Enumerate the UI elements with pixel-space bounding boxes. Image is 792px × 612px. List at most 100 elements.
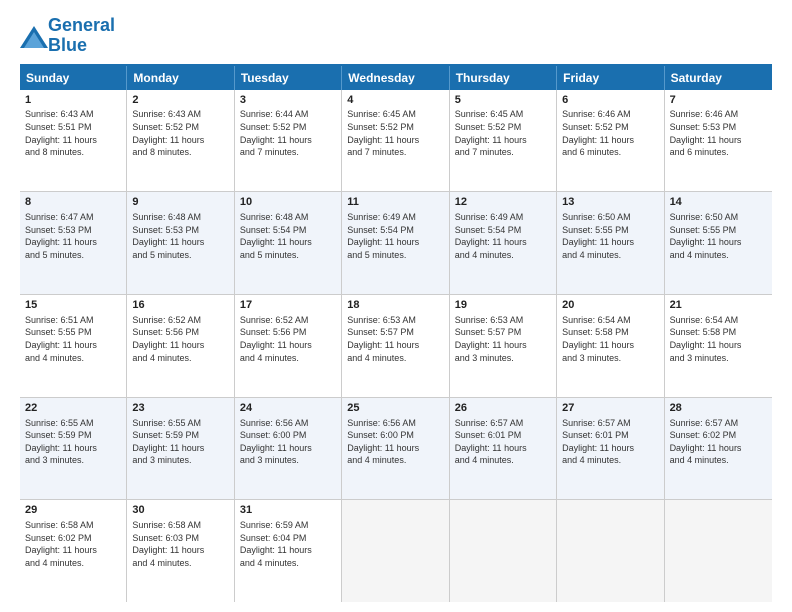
calendar-cell-4: 4Sunrise: 6:45 AMSunset: 5:52 PMDaylight… (342, 90, 449, 192)
day-number: 15 (25, 298, 121, 313)
day-number: 7 (670, 93, 767, 108)
calendar-cell-19: 19Sunrise: 6:53 AMSunset: 5:57 PMDayligh… (450, 295, 557, 397)
cell-info: Sunrise: 6:53 AMSunset: 5:57 PMDaylight:… (455, 314, 551, 364)
day-number: 13 (562, 195, 658, 210)
calendar-cell-13: 13Sunrise: 6:50 AMSunset: 5:55 PMDayligh… (557, 192, 664, 294)
cell-info: Sunrise: 6:47 AMSunset: 5:53 PMDaylight:… (25, 211, 121, 261)
logo: General Blue (20, 16, 115, 56)
day-number: 30 (132, 503, 228, 518)
day-number: 25 (347, 401, 443, 416)
calendar-cell-10: 10Sunrise: 6:48 AMSunset: 5:54 PMDayligh… (235, 192, 342, 294)
header-cell-thursday: Thursday (450, 66, 557, 90)
page-header: General Blue (20, 16, 772, 56)
day-number: 14 (670, 195, 767, 210)
calendar-cell-11: 11Sunrise: 6:49 AMSunset: 5:54 PMDayligh… (342, 192, 449, 294)
cell-info: Sunrise: 6:52 AMSunset: 5:56 PMDaylight:… (132, 314, 228, 364)
day-number: 26 (455, 401, 551, 416)
logo-text: General Blue (48, 16, 115, 56)
calendar-row: 1Sunrise: 6:43 AMSunset: 5:51 PMDaylight… (20, 90, 772, 193)
header-cell-saturday: Saturday (665, 66, 772, 90)
calendar-header: SundayMondayTuesdayWednesdayThursdayFrid… (20, 64, 772, 90)
calendar-cell-16: 16Sunrise: 6:52 AMSunset: 5:56 PMDayligh… (127, 295, 234, 397)
calendar-cell-2: 2Sunrise: 6:43 AMSunset: 5:52 PMDaylight… (127, 90, 234, 192)
day-number: 22 (25, 401, 121, 416)
calendar-cell-6: 6Sunrise: 6:46 AMSunset: 5:52 PMDaylight… (557, 90, 664, 192)
day-number: 2 (132, 93, 228, 108)
calendar-cell-3: 3Sunrise: 6:44 AMSunset: 5:52 PMDaylight… (235, 90, 342, 192)
cell-info: Sunrise: 6:49 AMSunset: 5:54 PMDaylight:… (455, 211, 551, 261)
day-number: 10 (240, 195, 336, 210)
calendar-cell-17: 17Sunrise: 6:52 AMSunset: 5:56 PMDayligh… (235, 295, 342, 397)
day-number: 8 (25, 195, 121, 210)
header-cell-friday: Friday (557, 66, 664, 90)
header-cell-tuesday: Tuesday (235, 66, 342, 90)
day-number: 16 (132, 298, 228, 313)
empty-cell (342, 500, 449, 602)
header-cell-sunday: Sunday (20, 66, 127, 90)
cell-info: Sunrise: 6:57 AMSunset: 6:01 PMDaylight:… (562, 417, 658, 467)
calendar-cell-31: 31Sunrise: 6:59 AMSunset: 6:04 PMDayligh… (235, 500, 342, 602)
calendar-row: 22Sunrise: 6:55 AMSunset: 5:59 PMDayligh… (20, 398, 772, 501)
cell-info: Sunrise: 6:59 AMSunset: 6:04 PMDaylight:… (240, 519, 336, 569)
cell-info: Sunrise: 6:52 AMSunset: 5:56 PMDaylight:… (240, 314, 336, 364)
logo-icon (20, 26, 44, 46)
empty-cell (665, 500, 772, 602)
day-number: 23 (132, 401, 228, 416)
cell-info: Sunrise: 6:58 AMSunset: 6:03 PMDaylight:… (132, 519, 228, 569)
day-number: 5 (455, 93, 551, 108)
calendar-cell-26: 26Sunrise: 6:57 AMSunset: 6:01 PMDayligh… (450, 398, 557, 500)
day-number: 3 (240, 93, 336, 108)
calendar: SundayMondayTuesdayWednesdayThursdayFrid… (20, 64, 772, 602)
day-number: 21 (670, 298, 767, 313)
cell-info: Sunrise: 6:45 AMSunset: 5:52 PMDaylight:… (455, 108, 551, 158)
day-number: 24 (240, 401, 336, 416)
calendar-cell-27: 27Sunrise: 6:57 AMSunset: 6:01 PMDayligh… (557, 398, 664, 500)
cell-info: Sunrise: 6:54 AMSunset: 5:58 PMDaylight:… (670, 314, 767, 364)
header-cell-wednesday: Wednesday (342, 66, 449, 90)
calendar-row: 15Sunrise: 6:51 AMSunset: 5:55 PMDayligh… (20, 295, 772, 398)
empty-cell (557, 500, 664, 602)
calendar-cell-7: 7Sunrise: 6:46 AMSunset: 5:53 PMDaylight… (665, 90, 772, 192)
calendar-cell-22: 22Sunrise: 6:55 AMSunset: 5:59 PMDayligh… (20, 398, 127, 500)
day-number: 19 (455, 298, 551, 313)
cell-info: Sunrise: 6:51 AMSunset: 5:55 PMDaylight:… (25, 314, 121, 364)
calendar-cell-29: 29Sunrise: 6:58 AMSunset: 6:02 PMDayligh… (20, 500, 127, 602)
cell-info: Sunrise: 6:55 AMSunset: 5:59 PMDaylight:… (25, 417, 121, 467)
day-number: 9 (132, 195, 228, 210)
cell-info: Sunrise: 6:48 AMSunset: 5:53 PMDaylight:… (132, 211, 228, 261)
calendar-cell-18: 18Sunrise: 6:53 AMSunset: 5:57 PMDayligh… (342, 295, 449, 397)
cell-info: Sunrise: 6:43 AMSunset: 5:52 PMDaylight:… (132, 108, 228, 158)
calendar-cell-5: 5Sunrise: 6:45 AMSunset: 5:52 PMDaylight… (450, 90, 557, 192)
day-number: 4 (347, 93, 443, 108)
day-number: 12 (455, 195, 551, 210)
day-number: 28 (670, 401, 767, 416)
cell-info: Sunrise: 6:53 AMSunset: 5:57 PMDaylight:… (347, 314, 443, 364)
cell-info: Sunrise: 6:58 AMSunset: 6:02 PMDaylight:… (25, 519, 121, 569)
day-number: 1 (25, 93, 121, 108)
calendar-cell-24: 24Sunrise: 6:56 AMSunset: 6:00 PMDayligh… (235, 398, 342, 500)
calendar-cell-1: 1Sunrise: 6:43 AMSunset: 5:51 PMDaylight… (20, 90, 127, 192)
cell-info: Sunrise: 6:46 AMSunset: 5:53 PMDaylight:… (670, 108, 767, 158)
cell-info: Sunrise: 6:46 AMSunset: 5:52 PMDaylight:… (562, 108, 658, 158)
day-number: 11 (347, 195, 443, 210)
calendar-cell-8: 8Sunrise: 6:47 AMSunset: 5:53 PMDaylight… (20, 192, 127, 294)
cell-info: Sunrise: 6:57 AMSunset: 6:02 PMDaylight:… (670, 417, 767, 467)
calendar-cell-20: 20Sunrise: 6:54 AMSunset: 5:58 PMDayligh… (557, 295, 664, 397)
calendar-cell-21: 21Sunrise: 6:54 AMSunset: 5:58 PMDayligh… (665, 295, 772, 397)
header-cell-monday: Monday (127, 66, 234, 90)
day-number: 31 (240, 503, 336, 518)
calendar-cell-28: 28Sunrise: 6:57 AMSunset: 6:02 PMDayligh… (665, 398, 772, 500)
calendar-body: 1Sunrise: 6:43 AMSunset: 5:51 PMDaylight… (20, 90, 772, 602)
day-number: 6 (562, 93, 658, 108)
cell-info: Sunrise: 6:50 AMSunset: 5:55 PMDaylight:… (670, 211, 767, 261)
calendar-row: 29Sunrise: 6:58 AMSunset: 6:02 PMDayligh… (20, 500, 772, 602)
calendar-row: 8Sunrise: 6:47 AMSunset: 5:53 PMDaylight… (20, 192, 772, 295)
calendar-cell-12: 12Sunrise: 6:49 AMSunset: 5:54 PMDayligh… (450, 192, 557, 294)
calendar-cell-9: 9Sunrise: 6:48 AMSunset: 5:53 PMDaylight… (127, 192, 234, 294)
day-number: 18 (347, 298, 443, 313)
cell-info: Sunrise: 6:48 AMSunset: 5:54 PMDaylight:… (240, 211, 336, 261)
cell-info: Sunrise: 6:55 AMSunset: 5:59 PMDaylight:… (132, 417, 228, 467)
day-number: 29 (25, 503, 121, 518)
day-number: 17 (240, 298, 336, 313)
calendar-cell-25: 25Sunrise: 6:56 AMSunset: 6:00 PMDayligh… (342, 398, 449, 500)
